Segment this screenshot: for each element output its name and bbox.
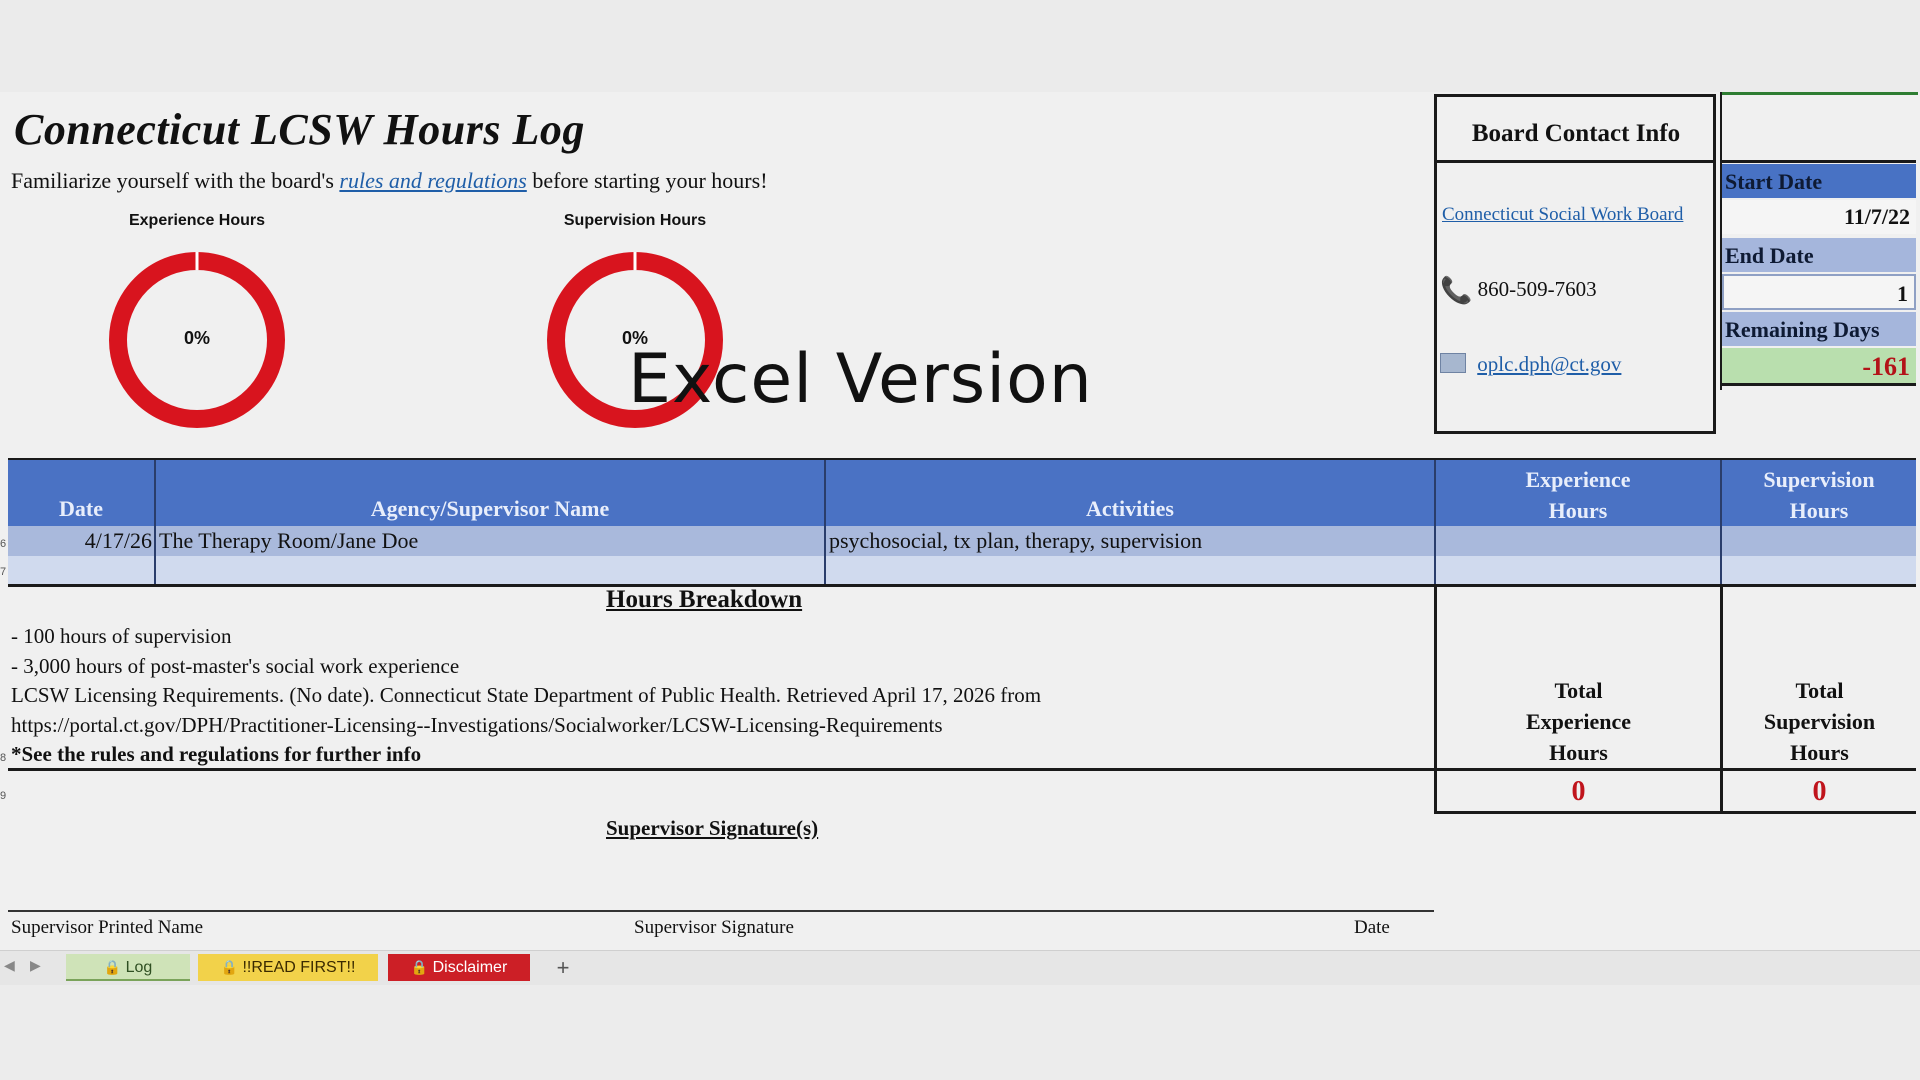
experience-percent: 0%	[183, 328, 210, 348]
lock-icon: 🔒	[103, 960, 122, 976]
end-date-label: End Date	[1722, 238, 1916, 272]
header-agency: Agency/Supervisor Name	[156, 460, 824, 526]
remaining-days-label: Remaining Days	[1722, 312, 1916, 346]
board-link[interactable]: Connecticut Social Work Board	[1442, 204, 1683, 226]
label-line: Total	[1554, 678, 1603, 703]
add-sheet-button[interactable]: +	[548, 954, 578, 981]
label-line: Total	[1795, 678, 1844, 703]
header-supervision-line1: Supervision	[1763, 467, 1875, 492]
supervisor-signature-label: Supervisor Signature	[634, 917, 794, 938]
breakdown-line: - 3,000 hours of post-master's social wo…	[11, 654, 460, 678]
phone-icon: 📞	[1440, 276, 1473, 305]
total-experience-value: 0	[1571, 776, 1586, 807]
header-supervision-hours: Supervision Hours	[1722, 460, 1916, 526]
start-date-value[interactable]: 11/7/22	[1722, 200, 1916, 234]
start-date-label: Start Date	[1722, 164, 1916, 198]
divider	[8, 584, 1916, 587]
total-supervision-value: 0	[1812, 776, 1827, 807]
email-row[interactable]: oplc.dph@ct.gov	[1440, 352, 1621, 377]
divider	[1722, 160, 1916, 163]
subtitle-after: before starting your hours!	[532, 168, 768, 193]
lock-icon: 🔒	[220, 960, 239, 976]
row-number: 8	[0, 752, 7, 764]
total-supervision-label: Total Supervision Hours	[1723, 675, 1916, 768]
column-divider	[1434, 460, 1436, 584]
signature-line	[8, 910, 1434, 912]
end-date-input[interactable]: 1	[1722, 274, 1916, 310]
breakdown-line: *See the rules and regulations for furth…	[11, 742, 422, 766]
board-contact-title: Board Contact Info	[1471, 120, 1681, 147]
label-line: Hours	[1790, 740, 1849, 765]
hours-breakdown-title: Hours Breakdown	[606, 586, 803, 613]
row-agency[interactable]: The Therapy Room/Jane Doe	[159, 528, 418, 554]
header-supervision-line2: Hours	[1789, 498, 1849, 523]
supervisor-signature-title: Supervisor Signature(s)	[606, 816, 819, 840]
sheet-title: Connecticut LCSW Hours Log	[14, 105, 585, 154]
experience-gauge-label: Experience Hours	[128, 212, 266, 229]
scroll-right-icon[interactable]: ▶	[30, 958, 41, 974]
lock-icon: 🔒	[410, 960, 429, 976]
phone-row: 📞 860-509-7603	[1440, 276, 1597, 306]
row-number: 7	[0, 566, 7, 578]
window-bottom	[0, 985, 1920, 1080]
divider	[1434, 160, 1716, 163]
label-line: Hours	[1549, 740, 1608, 765]
supervision-gauge-label: Supervision Hours	[563, 212, 707, 229]
row-activities[interactable]: psychosocial, tx plan, therapy, supervis…	[829, 528, 1202, 554]
signature-date-label: Date	[1354, 917, 1390, 938]
header-experience-line1: Experience	[1525, 467, 1631, 492]
label-line: Supervision	[1763, 709, 1876, 734]
tab-disclaimer[interactable]: 🔒 Disclaimer	[388, 954, 530, 981]
tab-read-first[interactable]: 🔒 !!READ FIRST!!	[198, 954, 378, 981]
total-experience-label: Total Experience Hours	[1437, 675, 1720, 768]
subtitle: Familiarize yourself with the board's ru…	[11, 168, 768, 194]
header-experience-hours: Experience Hours	[1436, 460, 1720, 526]
subtitle-before: Familiarize yourself with the board's	[11, 168, 334, 193]
label-line: Experience	[1525, 709, 1632, 734]
tab-log[interactable]: 🔒 Log	[66, 954, 190, 981]
table-row[interactable]	[8, 556, 1916, 584]
header-activities: Activities	[826, 460, 1434, 526]
supervisor-printed-name-label: Supervisor Printed Name	[11, 917, 204, 938]
row-date[interactable]: 4/17/26	[8, 528, 152, 554]
divider	[1434, 811, 1916, 814]
divider	[8, 768, 1916, 771]
tab-log-label: Log	[125, 959, 153, 976]
tab-disclaimer-label: Disclaimer	[432, 959, 508, 976]
row-number: 6	[0, 538, 7, 550]
breakdown-line: https://portal.ct.gov/DPH/Practitioner-L…	[11, 713, 943, 737]
tab-read-first-label: !!READ FIRST!!	[242, 959, 356, 976]
column-divider	[1720, 460, 1722, 584]
breakdown-line: - 100 hours of supervision	[11, 624, 232, 648]
header-experience-line2: Hours	[1548, 498, 1608, 523]
email-icon	[1440, 353, 1466, 373]
row-number: 9	[0, 790, 7, 802]
phone-number: 860-509-7603	[1477, 277, 1597, 301]
selection-border	[1720, 92, 1918, 95]
remaining-days-value: -161	[1722, 348, 1916, 386]
breakdown-line: LCSW Licensing Requirements. (No date). …	[11, 683, 1042, 707]
header-date: Date	[8, 460, 154, 526]
column-divider	[824, 460, 826, 584]
rules-link[interactable]: rules and regulations	[339, 168, 526, 193]
column-divider	[154, 460, 156, 584]
scroll-left-icon[interactable]: ◀	[4, 958, 15, 974]
email-link[interactable]: oplc.dph@ct.gov	[1477, 352, 1621, 376]
excel-version-overlay: Excel Version	[628, 340, 1093, 419]
